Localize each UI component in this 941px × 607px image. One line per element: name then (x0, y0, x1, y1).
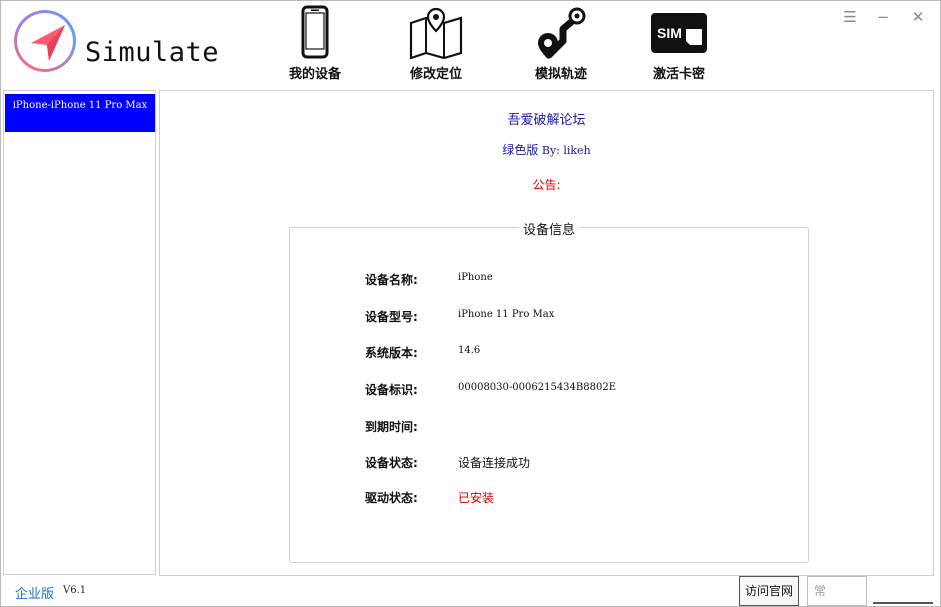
version-credit: 绿色版 By: likeh (160, 141, 933, 158)
visit-website-button[interactable]: 访问官网 (739, 576, 799, 606)
nav-simulate-route[interactable]: 模拟轨迹 (516, 5, 606, 83)
menu-icon[interactable]: ☰ (840, 7, 860, 27)
info-value: 14.6 (458, 345, 481, 356)
footer-button-partial[interactable]: 常 (807, 576, 867, 606)
info-value: iPhone (458, 272, 493, 283)
info-value: iPhone 11 Pro Max (458, 309, 555, 320)
info-key: 到期时间: (365, 420, 418, 434)
nav-label: 修改定位 (409, 67, 462, 82)
device-info-group: 设备信息 设备名称: iPhone 设备型号: iPhone 11 Pro Ma… (289, 223, 809, 563)
nav-label: 激活卡密 (652, 67, 705, 82)
device-item-selected[interactable]: iPhone-iPhone 11 Pro Max (5, 94, 155, 132)
minimize-icon[interactable]: − (873, 7, 893, 27)
app-logo (14, 10, 76, 72)
author-label: By: likeh (538, 144, 591, 157)
nav-change-location[interactable]: 修改定位 (391, 5, 481, 83)
app-window: Simulate 我的设备 修改定位 模拟轨迹 SIM 激活卡密 ☰ − ✕ i… (0, 0, 941, 607)
green-version-label: 绿色版 (502, 143, 539, 157)
info-value: 设备连接成功 (458, 456, 531, 470)
app-title: Simulate (85, 37, 220, 68)
nav-label: 模拟轨迹 (534, 67, 587, 82)
sim-card-icon: SIM (634, 5, 724, 59)
close-icon[interactable]: ✕ (908, 7, 928, 27)
info-key: 系统版本: (365, 346, 418, 360)
nav-activate-card[interactable]: SIM 激活卡密 (634, 5, 724, 83)
info-key: 驱动状态: (365, 491, 418, 505)
svg-text:SIM: SIM (657, 25, 682, 41)
navigation-arrow-icon (31, 25, 65, 61)
phone-icon (270, 5, 360, 59)
device-info-legend: 设备信息 (518, 223, 579, 238)
info-key: 设备型号: (365, 310, 418, 324)
info-value: 已安装 (458, 491, 495, 505)
map-pin-icon (391, 5, 481, 59)
nav-label: 我的设备 (288, 67, 341, 82)
version-label: V6.1 (63, 585, 87, 596)
main-panel: 吾爱破解论坛 绿色版 By: likeh 公告: 设备信息 设备名称: iPho… (159, 90, 934, 576)
notice-label: 公告: (532, 178, 561, 192)
info-value: 00008030-0006215434B8802E (458, 382, 616, 393)
nav-my-devices[interactable]: 我的设备 (270, 5, 360, 83)
forum-title: 吾爱破解论坛 (507, 113, 586, 128)
route-icon (516, 5, 606, 59)
device-list: iPhone-iPhone 11 Pro Max (3, 90, 156, 575)
info-key: 设备状态: (365, 456, 418, 470)
footer-button-partial-2[interactable] (873, 602, 933, 607)
edition-link[interactable]: 企业版 (15, 583, 54, 602)
info-key: 设备名称: (365, 273, 418, 287)
info-key: 设备标识: (365, 383, 418, 397)
